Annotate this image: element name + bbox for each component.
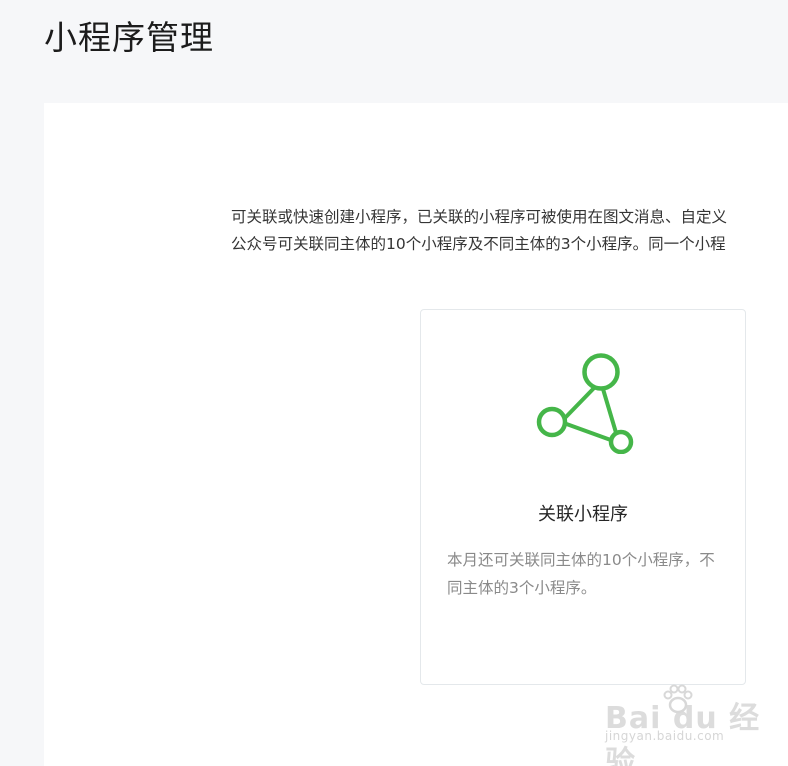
page: 小程序管理 可关联或快速创建小程序，已关联的小程序可被使用在图文消息、自定义 公… (0, 0, 788, 766)
page-title: 小程序管理 (44, 18, 214, 57)
card-description: 本月还可关联同主体的10个小程序，不同主体的3个小程序。 (447, 551, 715, 597)
intro-text: 可关联或快速创建小程序，已关联的小程序可被使用在图文消息、自定义 公众号可关联同… (231, 204, 788, 258)
intro-line-2: 公众号可关联同主体的10个小程序及不同主体的3个小程序。同一个小程 (231, 235, 726, 253)
intro-line-1: 可关联或快速创建小程序，已关联的小程序可被使用在图文消息、自定义 (231, 208, 728, 226)
mini-program-link-icon (536, 353, 634, 454)
card-title: 关联小程序 (538, 504, 628, 525)
link-mini-program-card[interactable]: 关联小程序 本月还可关联同主体的10个小程序，不同主体的3个小程序。 (420, 309, 746, 685)
main-panel: 可关联或快速创建小程序，已关联的小程序可被使用在图文消息、自定义 公众号可关联同… (44, 103, 788, 766)
